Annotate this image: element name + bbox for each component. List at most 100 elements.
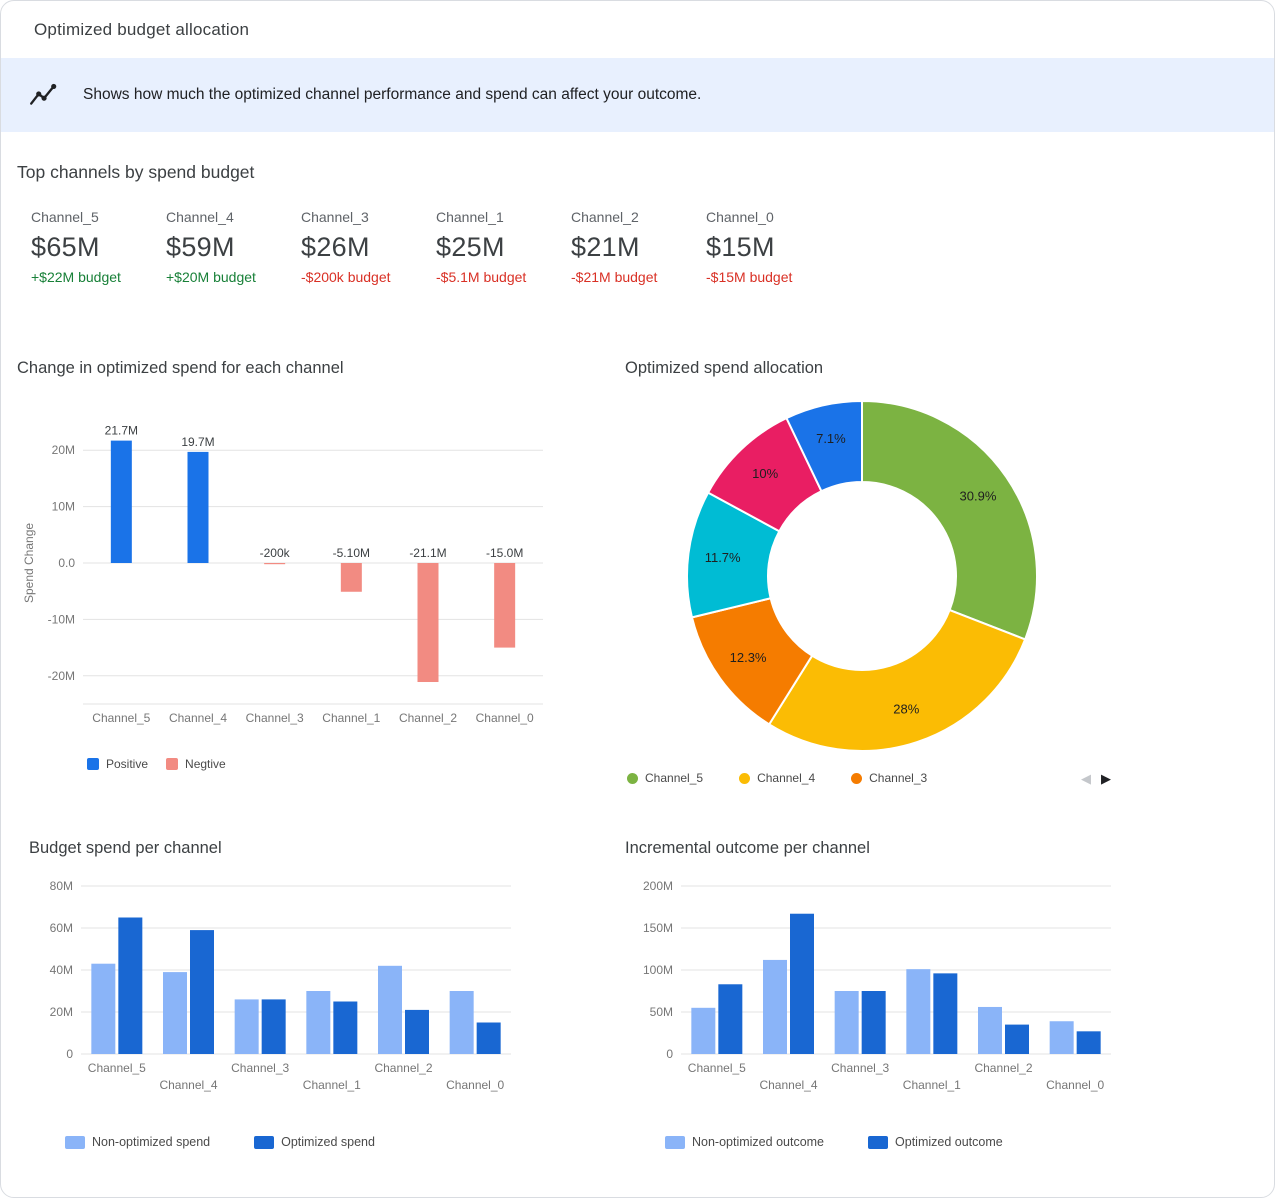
legend-item-channel_5[interactable]: Channel_5 — [627, 771, 703, 785]
svg-text:0: 0 — [666, 1047, 673, 1061]
legend-next-button[interactable]: ▶ — [1101, 772, 1111, 785]
svg-text:Channel_3: Channel_3 — [246, 711, 304, 725]
svg-text:Channel_0: Channel_0 — [446, 1078, 504, 1092]
banner-text: Shows how much the optimized channel per… — [83, 86, 701, 104]
bar-Channel_2 — [1005, 1025, 1029, 1054]
optimized-budget-allocation-panel: Optimized budget allocation Shows how mu… — [0, 0, 1275, 1198]
bar-Channel_2 — [405, 1010, 429, 1054]
svg-text:50M: 50M — [650, 1005, 673, 1019]
budget-spend-bar-chart: 020M40M60M80MChannel_5Channel_4Channel_3… — [17, 874, 617, 1121]
channel-name: Channel_2 — [571, 209, 706, 225]
svg-text:Channel_0: Channel_0 — [1046, 1078, 1104, 1092]
svg-text:Channel_4: Channel_4 — [159, 1078, 217, 1092]
slice-Channel_4 — [769, 610, 1025, 751]
budget-spend-chart-section: Budget spend per channel 020M40M60M80MCh… — [17, 839, 617, 1149]
bar-Channel_0 — [1077, 1031, 1101, 1054]
svg-text:200M: 200M — [643, 879, 673, 893]
channel-amount: $21M — [571, 232, 706, 263]
legend-label: Positive — [106, 757, 148, 771]
legend-item-non-optimized-spend[interactable]: Non-optimized spend — [65, 1135, 210, 1149]
bar-Channel_4 — [790, 914, 814, 1054]
bar-Channel_0 — [450, 991, 474, 1054]
channel-budget-delta: +$22M budget — [31, 269, 166, 285]
bar-Channel_3 — [262, 999, 286, 1054]
legend-label: Non-optimized outcome — [692, 1135, 824, 1149]
spend-allocation-donut-chart: 30.9%28%12.3%11.7%10%7.1% — [617, 388, 1258, 765]
bar-Channel_5 — [111, 441, 132, 563]
spend-allocation-chart-title: Optimized spend allocation — [625, 359, 1258, 378]
svg-text:0.0: 0.0 — [58, 556, 75, 570]
svg-text:Channel_2: Channel_2 — [974, 1061, 1032, 1075]
svg-text:19.7M: 19.7M — [181, 435, 214, 449]
bar-Channel_3 — [235, 999, 259, 1054]
svg-text:Channel_1: Channel_1 — [303, 1078, 361, 1092]
svg-text:20M: 20M — [50, 1005, 73, 1019]
svg-text:Channel_3: Channel_3 — [231, 1061, 289, 1075]
donut-legend: Channel_5 Channel_4 Channel_3 ◀ ▶ — [617, 771, 1111, 785]
channel-amount: $65M — [31, 232, 166, 263]
svg-text:7.1%: 7.1% — [816, 431, 846, 446]
channel-amount: $25M — [436, 232, 571, 263]
bar-Channel_4 — [188, 452, 209, 563]
legend-item-negtive[interactable]: Negtive — [166, 757, 226, 771]
svg-text:-15.0M: -15.0M — [486, 546, 523, 560]
legend-swatch — [868, 1136, 888, 1149]
bar-Channel_1 — [333, 1002, 357, 1055]
svg-text:Channel_5: Channel_5 — [88, 1061, 146, 1075]
svg-text:11.7%: 11.7% — [705, 550, 741, 565]
bar-Channel_1 — [306, 991, 330, 1054]
panel-header: Optimized budget allocation — [1, 1, 1274, 58]
spend-allocation-chart-section: Optimized spend allocation 30.9%28%12.3%… — [617, 359, 1258, 785]
bar-Channel_1 — [933, 973, 957, 1054]
legend-item-non-optimized-outcome[interactable]: Non-optimized outcome — [665, 1135, 824, 1149]
bar-Channel_0 — [494, 563, 515, 648]
charts-row-top: Change in optimized spend for each chann… — [1, 359, 1274, 785]
legend-swatch — [254, 1136, 274, 1149]
bar-Channel_1 — [341, 563, 362, 592]
bar-Channel_4 — [163, 972, 187, 1054]
bar-Channel_4 — [763, 960, 787, 1054]
channel-card: Channel_4 $59M +$20M budget — [166, 209, 301, 285]
svg-text:Channel_4: Channel_4 — [759, 1078, 817, 1092]
bar-Channel_1 — [906, 969, 930, 1054]
top-channels-section: Top channels by spend budget Channel_5 $… — [1, 132, 1274, 285]
legend-item-positive[interactable]: Positive — [87, 757, 148, 771]
svg-text:Channel_0: Channel_0 — [476, 711, 534, 725]
legend-item-channel_3[interactable]: Channel_3 — [851, 771, 927, 785]
channel-budget-delta: +$20M budget — [166, 269, 301, 285]
bar-Channel_2 — [418, 563, 439, 682]
channel-amount: $26M — [301, 232, 436, 263]
bar-Channel_3 — [862, 991, 886, 1054]
incremental-outcome-legend: Non-optimized outcome Optimized outcome — [665, 1135, 1258, 1149]
bar-Channel_3 — [835, 991, 859, 1054]
bar-Channel_4 — [190, 930, 214, 1054]
svg-text:21.7M: 21.7M — [105, 424, 138, 438]
channel-budget-delta: -$200k budget — [301, 269, 436, 285]
channel-amount: $15M — [706, 232, 841, 263]
channel-card: Channel_3 $26M -$200k budget — [301, 209, 436, 285]
bar-Channel_3 — [264, 563, 285, 564]
svg-text:-21.1M: -21.1M — [409, 546, 446, 560]
channel-name: Channel_1 — [436, 209, 571, 225]
svg-text:80M: 80M — [50, 879, 73, 893]
legend-label: Channel_5 — [645, 771, 703, 785]
svg-text:Channel_3: Channel_3 — [831, 1061, 889, 1075]
legend-prev-button[interactable]: ◀ — [1081, 772, 1091, 785]
legend-item-optimized-outcome[interactable]: Optimized outcome — [868, 1135, 1003, 1149]
legend-item-channel_4[interactable]: Channel_4 — [739, 771, 815, 785]
legend-swatch — [87, 758, 99, 770]
svg-text:60M: 60M — [50, 921, 73, 935]
spend-change-chart-title: Change in optimized spend for each chann… — [17, 359, 617, 378]
legend-pager: ◀ ▶ — [1081, 772, 1111, 785]
bar-Channel_5 — [718, 984, 742, 1054]
spend-change-bar-chart: 20M10M0.0-10M-20M21.7MChannel_519.7MChan… — [17, 388, 617, 745]
legend-label: Optimized spend — [281, 1135, 375, 1149]
legend-item-optimized-spend[interactable]: Optimized spend — [254, 1135, 375, 1149]
info-banner: Shows how much the optimized channel per… — [1, 58, 1274, 132]
channel-name: Channel_5 — [31, 209, 166, 225]
channel-name: Channel_4 — [166, 209, 301, 225]
incremental-outcome-svg: 050M100M150M200MChannel_5Channel_4Channe… — [617, 874, 1137, 1116]
bar-Channel_5 — [118, 918, 142, 1055]
channel-budget-delta: -$15M budget — [706, 269, 841, 285]
svg-text:-10M: -10M — [48, 612, 75, 626]
